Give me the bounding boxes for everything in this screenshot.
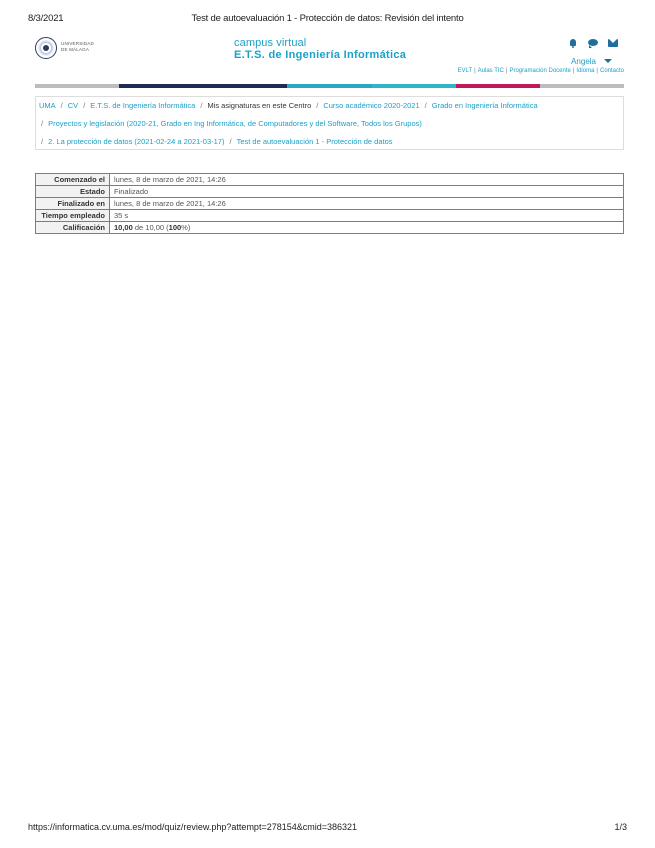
table-row: Estado Finalizado [35, 185, 624, 198]
breadcrumb-curso[interactable]: Curso académico 2020-2021 [323, 101, 419, 110]
row-value: lunes, 8 de marzo de 2021, 14:26 [109, 173, 624, 186]
breadcrumb-grado[interactable]: Grado en Ingeniería Informática [432, 101, 538, 110]
breadcrumb: UMA / CV / E.T.S. de Ingeniería Informática /… [35, 96, 624, 150]
color-bar-segment [539, 84, 624, 88]
breadcrumb-row-3: /2. La protección de datos (2021-02-24 a… [41, 137, 393, 146]
row-value: Finalizado [109, 185, 624, 198]
bell-icon[interactable] [568, 38, 578, 48]
link-idioma[interactable]: Idioma [576, 68, 594, 74]
attempt-summary-table: Comenzado el lunes, 8 de marzo de 2021, … [35, 173, 624, 234]
link-programacion-docente[interactable]: Programación Docente [509, 68, 570, 74]
grade-of: de 10,00 ( [134, 223, 169, 232]
print-page: 1/3 [614, 822, 627, 832]
breadcrumb-asignatura[interactable]: Proyectos y legislación (2020-21, Grado … [48, 119, 422, 128]
breadcrumb-row-1: UMA / CV / E.T.S. de Ingeniería Informática /… [39, 101, 538, 110]
university-seal-icon [35, 37, 57, 59]
table-row: Finalizado en lunes, 8 de marzo de 2021,… [35, 197, 624, 210]
grade-score: 10,00 [114, 223, 133, 232]
color-bar-segment [455, 84, 540, 88]
row-label: Finalizado en [35, 197, 110, 210]
brand-line2: E.T.S. de Ingeniería Informática [234, 49, 407, 61]
print-url: https://informatica.cv.uma.es/mod/quiz/r… [28, 822, 358, 832]
site-header: Universidad de Málaga campus virtual E.T… [35, 34, 624, 84]
link-contacto[interactable]: Contacto [600, 68, 624, 74]
table-row: Comenzado el lunes, 8 de marzo de 2021, … [35, 173, 624, 186]
grade-tail: %) [181, 223, 191, 232]
user-area: Angela [548, 38, 618, 68]
brand-line1: campus virtual [234, 37, 307, 49]
link-aulas-tic[interactable]: Aulas TIC [478, 68, 504, 74]
breadcrumb-mis-asignaturas: Mis asignaturas en este Centro [207, 101, 312, 110]
chat-icon[interactable] [588, 38, 598, 48]
grade-label: Calificación [35, 221, 110, 234]
row-value: lunes, 8 de marzo de 2021, 14:26 [109, 197, 624, 210]
table-row: Calificación 10,00 de 10,00 (100%) [35, 221, 624, 234]
color-bar-segment [371, 84, 456, 88]
user-menu-name[interactable]: Angela [571, 57, 596, 66]
university-logo[interactable]: Universidad de Málaga [35, 37, 95, 61]
university-name: Universidad de Málaga [61, 41, 94, 52]
color-bar-segment [203, 84, 288, 88]
breadcrumb-etsi[interactable]: E.T.S. de Ingeniería Informática [90, 101, 195, 110]
row-label: Tiempo empleado [35, 209, 110, 222]
row-value: 35 s [109, 209, 624, 222]
mail-icon[interactable] [608, 38, 618, 48]
grade-value: 10,00 de 10,00 (100%) [109, 221, 624, 234]
table-row: Tiempo empleado 35 s [35, 209, 624, 222]
breadcrumb-uma[interactable]: UMA [39, 101, 56, 110]
breadcrumb-tema[interactable]: 2. La protección de datos (2021-02-24 a … [48, 137, 224, 146]
print-title: Test de autoevaluación 1 - Protección de… [191, 13, 464, 24]
breadcrumb-row-2: / Proyectos y legislación (2020-21, Grado… [41, 119, 422, 128]
top-links: EVLT | Aulas TIC | Programación Docente | Idio… [457, 68, 624, 74]
row-label: Estado [35, 185, 110, 198]
row-label: Comenzado el [35, 173, 110, 186]
color-bar-segment [35, 84, 120, 88]
site-brand[interactable]: campus virtual E.T.S. de Ingeniería Info… [234, 37, 406, 61]
caret-icon[interactable] [604, 59, 612, 63]
color-bar-segment [287, 84, 372, 88]
link-evlt[interactable]: EVLT [458, 68, 473, 74]
color-bar-segment [119, 84, 204, 88]
print-footer: https://informatica.cv.uma.es/mod/quiz/r… [28, 822, 627, 832]
breadcrumb-test[interactable]: Test de autoevaluación 1 - Protección de… [237, 137, 393, 146]
grade-percent: 100 [168, 223, 182, 232]
color-bar [35, 84, 624, 88]
breadcrumb-cv[interactable]: CV [68, 101, 78, 110]
